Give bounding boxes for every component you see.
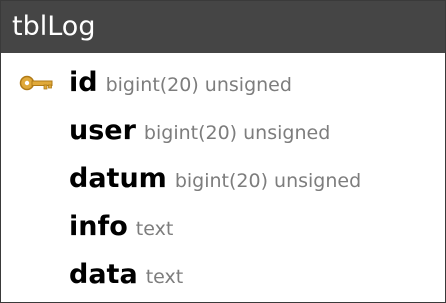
field-type: bigint(20) unsigned (174, 170, 362, 192)
field-name-text: data (69, 259, 138, 290)
field-row-info[interactable]: info text (1, 205, 445, 253)
field-name-text: user (69, 115, 136, 146)
field-row-datum[interactable]: datum bigint(20) unsigned (1, 157, 445, 205)
field-type: bigint(20) unsigned (143, 122, 331, 144)
field-name: datum bigint(20) unsigned (69, 157, 361, 203)
table-card-tbllog[interactable]: tblLog id bigint(20) unsigned user bigint(… (0, 0, 446, 303)
field-name: id bigint(20) unsigned (69, 61, 292, 107)
field-row-data[interactable]: data text (1, 253, 445, 301)
field-row-user[interactable]: user bigint(20) unsigned (1, 109, 445, 157)
field-row-id[interactable]: id bigint(20) unsigned (1, 61, 445, 109)
key-icon (19, 75, 53, 91)
field-name: data text (69, 253, 183, 299)
field-name: user bigint(20) unsigned (69, 109, 330, 155)
field-name-text: id (69, 67, 98, 98)
field-name-text: info (69, 211, 128, 242)
table-name: tblLog (12, 11, 96, 42)
field-type: text (145, 266, 184, 288)
field-name-text: datum (69, 163, 167, 194)
field-list: id bigint(20) unsigned user bigint(20) uns… (1, 53, 445, 301)
field-type: text (135, 218, 174, 240)
table-header[interactable]: tblLog (1, 1, 445, 53)
field-name: info text (69, 205, 173, 251)
field-type: bigint(20) unsigned (105, 74, 292, 96)
